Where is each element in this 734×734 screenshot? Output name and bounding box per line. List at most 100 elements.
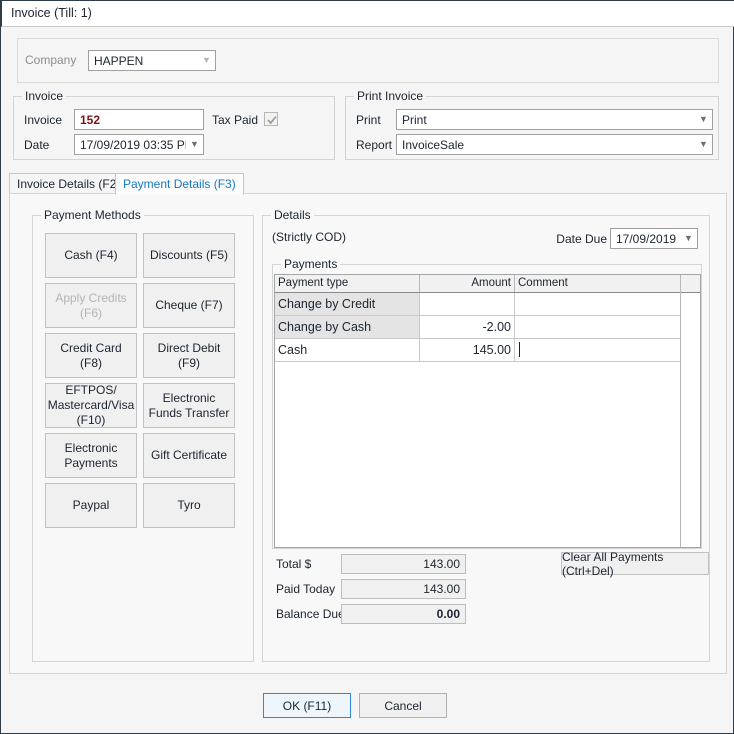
cancel-button[interactable]: Cancel (359, 693, 447, 718)
invoice-number-label: Invoice (24, 113, 63, 127)
invoice-number-input[interactable]: 152 (74, 109, 204, 130)
payment-method-cash[interactable]: Cash (F4) (45, 233, 137, 278)
payment-details-panel: Payment Methods Cash (F4) Discounts (F5)… (9, 193, 727, 674)
clear-all-payments-label: Clear All Payments (Ctrl+Del) (562, 549, 664, 578)
paid-today-value: 143.00 (341, 579, 466, 599)
text-cursor (519, 342, 520, 357)
print-invoice-group: Print Invoice Print Print ▼ Report Invoi… (345, 89, 719, 160)
payments-group: Payments Payment type Amount Comment Cha… (272, 257, 702, 549)
invoice-group-legend: Invoice (22, 89, 67, 103)
date-due-value: 17/09/2019 (616, 231, 677, 246)
payment-method-eft[interactable]: Electronic Funds Transfer (143, 383, 235, 428)
tab-payment-details[interactable]: Payment Details (F3) (115, 173, 244, 195)
payment-method-tyro-label: Tyro (177, 498, 201, 512)
cell-payment-type[interactable]: Change by Credit (275, 293, 420, 316)
balance-due-value: 0.00 (341, 604, 466, 624)
print-value: Print (402, 112, 427, 127)
payment-method-cheque-label: Cheque (F7) (155, 298, 223, 312)
chevron-down-icon: ▼ (202, 55, 211, 65)
total-value: 143.00 (341, 554, 466, 574)
balance-due-label: Balance Due (276, 607, 345, 621)
total-label: Total $ (276, 557, 312, 571)
cell-amount[interactable]: -2.00 (420, 316, 515, 339)
payment-method-direct-debit[interactable]: Direct Debit (F9) (143, 333, 235, 378)
invoice-date-label: Date (24, 138, 50, 152)
payment-methods-group: Payment Methods Cash (F4) Discounts (F5)… (32, 208, 254, 662)
chevron-down-icon: ▼ (190, 139, 199, 149)
terms-text: (Strictly COD) (272, 230, 346, 244)
cell-comment[interactable] (515, 316, 693, 339)
tax-paid-label: Tax Paid (212, 113, 259, 127)
column-header-payment-type[interactable]: Payment type (275, 275, 420, 292)
invoice-dialog: Invoice (Till: 1) Company HAPPEN ▼ Invoi… (0, 0, 734, 734)
report-label: Report (356, 138, 393, 152)
date-due-picker[interactable]: 17/09/2019 ▼ (610, 228, 698, 249)
table-row[interactable]: Cash 145.00 (275, 339, 700, 362)
payment-method-paypal-label: Paypal (72, 498, 110, 512)
tab-invoice-details[interactable]: Invoice Details (F2) (9, 173, 129, 194)
invoice-number-value: 152 (80, 112, 101, 127)
chevron-down-icon: ▼ (684, 233, 693, 243)
table-row[interactable]: Change by Credit (275, 293, 700, 316)
payment-method-eft-label: Electronic Funds Transfer (148, 390, 230, 420)
table-row[interactable]: Change by Cash -2.00 (275, 316, 700, 339)
payment-method-eftpos-label: EFTPOS/ Mastercard/Visa (F10) (47, 383, 135, 427)
print-select[interactable]: Print ▼ (396, 109, 713, 130)
cell-payment-type[interactable]: Change by Cash (275, 316, 420, 339)
title-bar: Invoice (Till: 1) (1, 0, 734, 27)
payment-method-discounts-label: Discounts (F5) (149, 248, 229, 262)
payments-grid-spacer-header (681, 275, 700, 293)
company-panel: Company HAPPEN ▼ (17, 38, 719, 83)
payment-method-gift-certificate-label: Gift Certificate (150, 448, 228, 462)
invoice-date-value: 17/09/2019 03:35 PM (80, 137, 186, 152)
cell-amount[interactable] (420, 293, 515, 316)
payment-methods-legend: Payment Methods (41, 208, 144, 222)
ok-button[interactable]: OK (F11) (263, 693, 351, 718)
tab-payment-details-label: Payment Details (F3) (123, 177, 236, 191)
details-group: Details (Strictly COD) Date Due 17/09/20… (262, 208, 710, 662)
print-label: Print (356, 113, 381, 127)
ok-button-label: OK (F11) (282, 698, 332, 713)
cell-comment[interactable] (515, 293, 693, 316)
cancel-button-label: Cancel (384, 698, 422, 713)
payment-method-apply-credits[interactable]: Apply Credits (F6) (45, 283, 137, 328)
date-due-label: Date Due (556, 232, 607, 246)
paid-today-label: Paid Today (276, 582, 336, 596)
chevron-down-icon: ▼ (699, 114, 708, 124)
payment-method-gift-certificate[interactable]: Gift Certificate (143, 433, 235, 478)
payment-method-direct-debit-label: Direct Debit (F9) (157, 340, 221, 370)
payments-grid-spacer-column (680, 275, 700, 547)
payments-grid[interactable]: Payment type Amount Comment Change by Cr… (274, 274, 701, 548)
report-select[interactable]: InvoiceSale ▼ (396, 134, 713, 155)
payments-grid-header: Payment type Amount Comment (275, 275, 700, 293)
print-group-legend: Print Invoice (354, 89, 427, 103)
cell-amount[interactable]: 145.00 (420, 339, 515, 362)
payment-method-electronic-payments-label: Electronic Payments (64, 440, 118, 470)
clear-all-payments-button[interactable]: Clear All Payments (Ctrl+Del) (561, 549, 709, 578)
company-label: Company (25, 53, 77, 67)
window-title: Invoice (Till: 1) (11, 6, 92, 20)
cell-payment-type[interactable]: Cash (275, 339, 420, 362)
chevron-down-icon: ▼ (699, 139, 708, 149)
payment-method-paypal[interactable]: Paypal (45, 483, 137, 528)
payment-method-tyro[interactable]: Tyro (143, 483, 235, 528)
payment-method-credit-card[interactable]: Credit Card (F8) (45, 333, 137, 378)
tab-strip: Invoice Details (F2) Payment Details (F3… (9, 173, 727, 195)
payment-method-electronic-payments[interactable]: Electronic Payments (45, 433, 137, 478)
checkmark-icon (267, 115, 277, 125)
report-value: InvoiceSale (402, 137, 465, 152)
company-select[interactable]: HAPPEN ▼ (88, 50, 216, 71)
tab-invoice-details-label: Invoice Details (F2) (17, 176, 121, 191)
company-value: HAPPEN (94, 53, 144, 68)
payment-method-cash-label: Cash (F4) (64, 248, 118, 262)
payment-method-apply-credits-label: Apply Credits (F6) (55, 290, 127, 320)
column-header-amount[interactable]: Amount (420, 275, 515, 292)
payments-legend: Payments (281, 257, 341, 271)
tax-paid-checkbox[interactable] (264, 112, 278, 126)
payment-method-eftpos[interactable]: EFTPOS/ Mastercard/Visa (F10) (45, 383, 137, 428)
payment-method-discounts[interactable]: Discounts (F5) (143, 233, 235, 278)
payment-method-cheque[interactable]: Cheque (F7) (143, 283, 235, 328)
invoice-date-picker[interactable]: 17/09/2019 03:35 PM ▼ (74, 134, 204, 155)
cell-comment-active[interactable] (515, 339, 693, 362)
column-header-comment[interactable]: Comment (515, 275, 693, 292)
